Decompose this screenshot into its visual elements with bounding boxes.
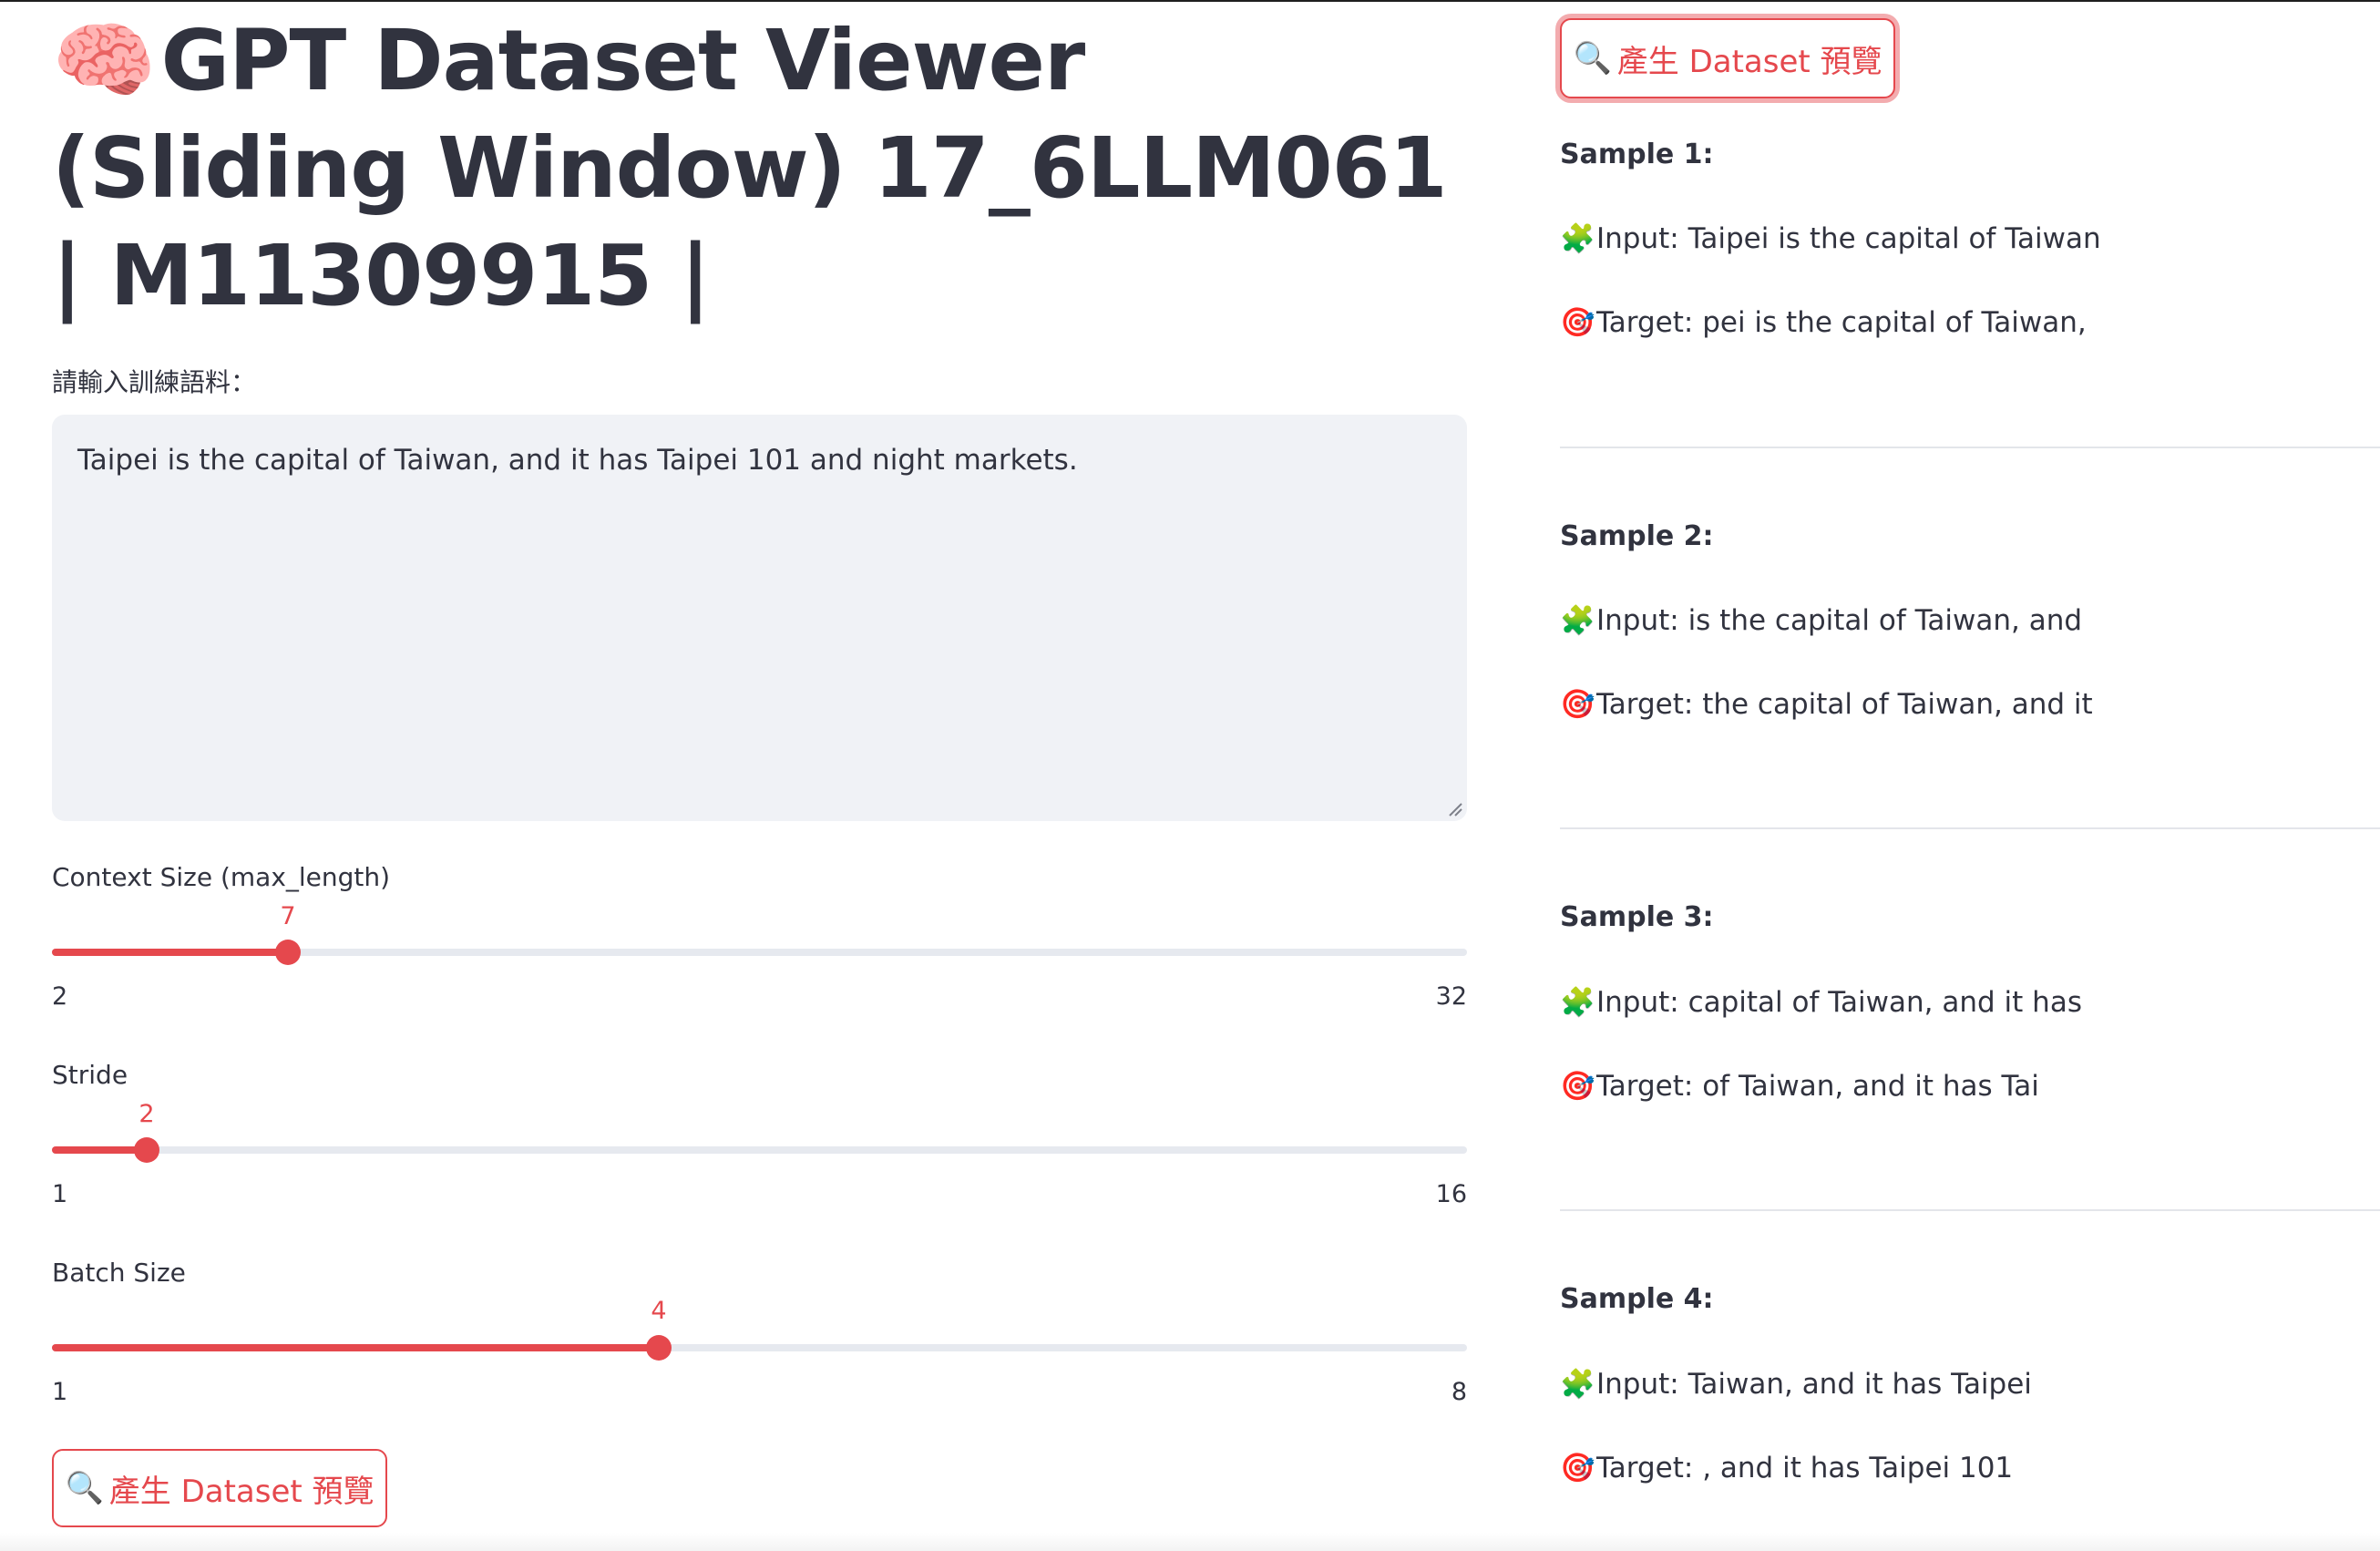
sample-input: 🧩Input: is the capital of Taiwan, and: [1560, 603, 2082, 637]
target-icon: 🎯: [1560, 1070, 1595, 1103]
puzzle-icon: 🧩: [1560, 986, 1595, 1019]
sample-target-text: Target: of Taiwan, and it has Tai: [1596, 1070, 2039, 1103]
slider-max: 8: [1451, 1378, 1467, 1406]
search-icon: 🔍: [1573, 40, 1612, 77]
slider-fill: [52, 1344, 659, 1351]
sample-target: 🎯Target: the capital of Taiwan, and it: [1560, 687, 2093, 721]
sample-target-text: Target: the capital of Taiwan, and it: [1596, 688, 2093, 721]
slider-value: 4: [651, 1297, 667, 1325]
textarea-label: 請輸入訓練語料：: [52, 367, 257, 397]
slider-thumb[interactable]: [134, 1137, 159, 1163]
generate-preview-button[interactable]: 🔍 產生 Dataset 預覽: [52, 1449, 387, 1527]
sample-title: Sample 1:: [1560, 139, 1714, 170]
sample-input-text: Input: is the capital of Taiwan, and: [1596, 604, 2083, 637]
search-icon: 🔍: [65, 1470, 104, 1506]
sample-title: Sample 4:: [1560, 1283, 1714, 1315]
sample-target: 🎯Target: , and it has Taipei 101: [1560, 1451, 2013, 1484]
sample-input-text: Input: Taiwan, and it has Taipei: [1596, 1368, 2032, 1401]
divider: [1560, 1209, 2380, 1211]
slider-thumb[interactable]: [646, 1335, 672, 1361]
resize-handle-icon[interactable]: [1446, 800, 1462, 817]
slider-min: 1: [52, 1378, 68, 1406]
sample-target: 🎯Target: pei is the capital of Taiwan,: [1560, 305, 2087, 339]
context-size-label: Context Size (max_length): [52, 862, 391, 892]
target-icon: 🎯: [1560, 306, 1595, 339]
bottom-fade: [0, 1533, 2380, 1551]
puzzle-icon: 🧩: [1560, 604, 1595, 637]
page-title-text: GPT Dataset Viewer (Sliding Window) 17_6…: [52, 12, 1448, 324]
sample-input: 🧩Input: Taiwan, and it has Taipei: [1560, 1367, 2032, 1401]
slider-value: 2: [138, 1100, 155, 1128]
sample-title: Sample 3:: [1560, 901, 1714, 933]
batch-size-label: Batch Size: [52, 1258, 186, 1288]
sample-target: 🎯Target: of Taiwan, and it has Tai: [1560, 1069, 2039, 1103]
generate-preview-label: 產生 Dataset 預覽: [1616, 43, 1882, 80]
slider-fill: [52, 949, 288, 956]
generate-preview-label: 產生 Dataset 預覽: [108, 1473, 374, 1510]
slider-value: 7: [280, 902, 296, 930]
brain-icon: 🧠: [52, 12, 157, 109]
slider-min: 2: [52, 982, 68, 1011]
sample-input: 🧩Input: Taipei is the capital of Taiwan: [1560, 221, 2101, 255]
target-icon: 🎯: [1560, 1452, 1595, 1484]
target-icon: 🎯: [1560, 688, 1595, 721]
sample-title: Sample 2:: [1560, 520, 1714, 552]
page-title: 🧠GPT Dataset Viewer (Sliding Window) 17_…: [52, 7, 1467, 330]
slider-fill: [52, 1146, 147, 1154]
puzzle-icon: 🧩: [1560, 1368, 1595, 1401]
divider: [1560, 447, 2380, 448]
training-text-input[interactable]: Taipei is the capital of Taiwan, and it …: [52, 415, 1467, 821]
puzzle-icon: 🧩: [1560, 222, 1595, 255]
slider-thumb[interactable]: [275, 940, 301, 965]
top-border: [0, 0, 2380, 2]
stride-label: Stride: [52, 1060, 128, 1090]
sample-input-text: Input: capital of Taiwan, and it has: [1596, 986, 2082, 1019]
slider-min: 1: [52, 1180, 68, 1208]
slider-max: 32: [1435, 982, 1467, 1011]
slider-max: 16: [1435, 1180, 1467, 1208]
slider-track[interactable]: [52, 1146, 1467, 1154]
sample-target-text: Target: pei is the capital of Taiwan,: [1596, 306, 2087, 339]
sample-target-text: Target: , and it has Taipei 101: [1596, 1452, 2014, 1484]
sample-input: 🧩Input: capital of Taiwan, and it has: [1560, 985, 2082, 1019]
divider: [1560, 827, 2380, 829]
generate-preview-button-top[interactable]: 🔍 產生 Dataset 預覽: [1560, 18, 1895, 98]
sample-input-text: Input: Taipei is the capital of Taiwan: [1596, 222, 2101, 255]
